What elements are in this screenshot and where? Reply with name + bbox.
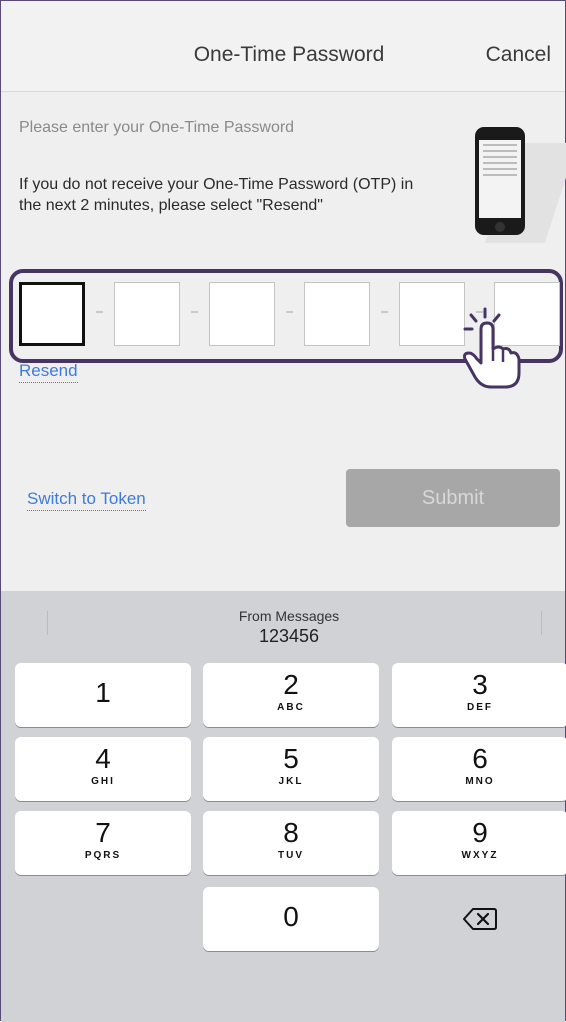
- otp-digit-4[interactable]: [304, 282, 370, 346]
- key-3[interactable]: 3 DEF: [392, 663, 566, 727]
- key-2[interactable]: 2 ABC: [203, 663, 379, 727]
- otp-digit-2[interactable]: [114, 282, 180, 346]
- numeric-keyboard: From Messages 123456 1 2 ABC 3 DEF 4 GHI 5J…: [1, 591, 566, 1022]
- suggestion-code[interactable]: 123456: [1, 626, 566, 647]
- resend-link[interactable]: Resend: [19, 361, 78, 383]
- keyboard-suggestion-bar[interactable]: From Messages 123456: [1, 591, 565, 649]
- phone-icon: [475, 127, 525, 235]
- submit-button[interactable]: Submit: [346, 469, 560, 527]
- otp-separator: [96, 311, 103, 313]
- key-0[interactable]: 0: [203, 887, 379, 951]
- nav-bar: One-Time Password Cancel: [1, 1, 565, 91]
- backspace-icon: [463, 908, 497, 930]
- header-divider: [1, 91, 565, 92]
- otp-screen: One-Time Password Cancel Please enter yo…: [0, 0, 566, 1022]
- cancel-button[interactable]: Cancel: [486, 43, 551, 67]
- otp-prompt: Please enter your One-Time Password: [19, 119, 295, 136]
- otp-digit-3[interactable]: [209, 282, 275, 346]
- otp-separator: [381, 311, 388, 313]
- key-8[interactable]: 8 TUV: [203, 811, 379, 875]
- page-title: One-Time Password: [193, 43, 385, 66]
- key-1[interactable]: 1: [15, 663, 191, 727]
- key-6[interactable]: 6 MNO: [392, 737, 566, 801]
- key-9[interactable]: 9 WXYZ: [392, 811, 566, 875]
- switch-to-token-link[interactable]: Switch to Token: [27, 489, 146, 511]
- key-7[interactable]: 7 PQRS: [15, 811, 191, 875]
- otp-digit-5[interactable]: [399, 282, 465, 346]
- key-4[interactable]: 4 GHI: [15, 737, 191, 801]
- otp-separator: [191, 311, 198, 313]
- hand-pointer-icon: [463, 307, 521, 389]
- otp-digit-1[interactable]: [19, 282, 85, 346]
- otp-separator: [286, 311, 293, 313]
- key-5[interactable]: 5 JKL: [203, 737, 379, 801]
- suggestion-source: From Messages: [238, 608, 340, 624]
- backspace-key[interactable]: [392, 887, 566, 951]
- otp-info-text: If you do not receive your One-Time Pass…: [19, 176, 414, 214]
